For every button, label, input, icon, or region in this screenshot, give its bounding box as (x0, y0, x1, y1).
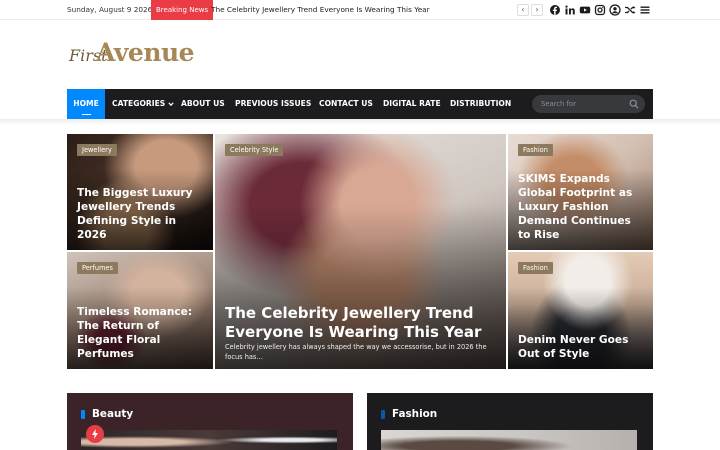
search-icon[interactable] (629, 99, 639, 109)
category-badge[interactable]: Perfumes (77, 262, 118, 274)
lightning-icon (92, 429, 98, 439)
post-title[interactable]: Denim Never Goes Out of Style (518, 333, 645, 361)
category-badge[interactable]: Jewellery (77, 144, 117, 156)
menu-icon[interactable] (639, 4, 651, 16)
user-icon[interactable] (609, 4, 621, 16)
post-card-bottom-right[interactable]: Fashion Denim Never Goes Out of Style (508, 252, 653, 369)
nav-categories[interactable]: CATEGORIES (112, 89, 174, 119)
trending-badge[interactable] (86, 425, 104, 443)
section-beauty: Beauty (67, 393, 353, 450)
section-accent-bar (381, 410, 385, 419)
random-icon[interactable] (624, 4, 636, 16)
current-date: Sunday, August 9 2026 (67, 5, 153, 14)
post-card-top-left[interactable]: Jewellery The Biggest Luxury Jewellery T… (67, 134, 213, 250)
post-card-top-right[interactable]: Fashion SKIMS Expands Global Footprint a… (508, 134, 653, 250)
top-bar: Sunday, August 9 2026 Breaking News The … (0, 0, 720, 20)
logo-avenue: Avenue (96, 38, 195, 67)
nav-digital-rate[interactable]: DIGITAL RATE (383, 89, 441, 119)
breaking-news-label: Breaking News (151, 0, 214, 20)
category-badge[interactable]: Fashion (518, 262, 553, 274)
nav-home[interactable]: HOME (67, 89, 105, 119)
linkedin-icon[interactable] (564, 4, 576, 16)
post-title[interactable]: The Celebrity Jewellery Trend Everyone I… (225, 304, 498, 342)
section-accent-bar (81, 410, 85, 419)
ticker-next-button[interactable]: › (531, 4, 543, 16)
post-title[interactable]: The Biggest Luxury Jewellery Trends Defi… (77, 186, 205, 242)
category-badge[interactable]: Celebrity Style (225, 144, 284, 156)
section-title[interactable]: Beauty (92, 408, 133, 420)
facebook-icon[interactable] (549, 4, 561, 16)
section-image[interactable] (381, 430, 637, 450)
nav-previous-issues[interactable]: PREVIOUS ISSUES (235, 89, 311, 119)
post-card-featured[interactable]: Celebrity Style The Celebrity Jewellery … (215, 134, 506, 369)
nav-distribution[interactable]: DISTRIBUTION (450, 89, 511, 119)
nav-contact-us[interactable]: CONTACT US (319, 89, 373, 119)
post-excerpt: Celebrity jewellery has always shaped th… (225, 343, 487, 361)
ticker-prev-button[interactable]: ‹ (517, 4, 529, 16)
chevron-down-icon (168, 102, 174, 107)
category-badge[interactable]: Fashion (518, 144, 553, 156)
instagram-icon[interactable] (594, 4, 606, 16)
search-input[interactable] (541, 95, 621, 113)
search-box (532, 95, 645, 113)
post-title[interactable]: Timeless Romance: The Return of Elegant … (77, 305, 205, 361)
section-image[interactable] (81, 430, 337, 450)
post-card-bottom-left[interactable]: Perfumes Timeless Romance: The Return of… (67, 252, 213, 369)
section-title[interactable]: Fashion (392, 408, 437, 420)
post-title[interactable]: SKIMS Expands Global Footprint as Luxury… (518, 172, 645, 242)
nav-about-us[interactable]: ABOUT US (181, 89, 225, 119)
youtube-icon[interactable] (579, 4, 591, 16)
breaking-news-headline[interactable]: The Celebrity Jewellery Trend Everyone I… (211, 5, 430, 14)
section-fashion: Fashion (367, 393, 653, 450)
nav-shadow (0, 119, 720, 125)
main-navigation: HOME CATEGORIES ABOUT US PREVIOUS ISSUES… (67, 89, 653, 119)
nav-categories-label: CATEGORIES (112, 99, 166, 108)
